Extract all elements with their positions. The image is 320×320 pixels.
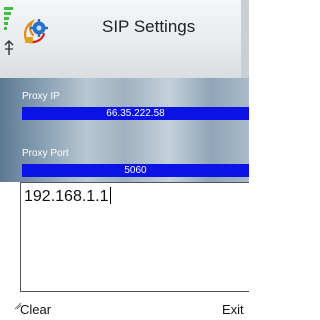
page-title: SIP Settings [102,17,196,36]
text-editor[interactable]: 192.168.1.1 [20,182,249,292]
text-caret [109,187,111,204]
softkey-bar: Clear Exit [0,292,249,320]
settings-panel: Proxy IP 66.35.222.58 Proxy Port 5060 [0,78,249,182]
text-editor-value: 192.168.1.1 [24,188,109,205]
title-bar: SIP Settings [0,0,249,78]
proxy-ip-label: Proxy IP [22,91,60,102]
settings-gear-icon [24,18,48,44]
resize-corner-icon [14,302,22,310]
proxy-ip-field[interactable]: 66.35.222.58 [22,107,249,120]
clear-softkey[interactable]: Clear [20,302,51,317]
proxy-port-field[interactable]: 5060 [22,164,249,177]
exit-softkey[interactable]: Exit [222,302,244,317]
signal-strength-icon [4,7,14,55]
title-bar-edge [241,0,249,78]
text-editor-content: 192.168.1.1 [24,187,111,206]
proxy-port-label: Proxy Port [22,148,69,159]
